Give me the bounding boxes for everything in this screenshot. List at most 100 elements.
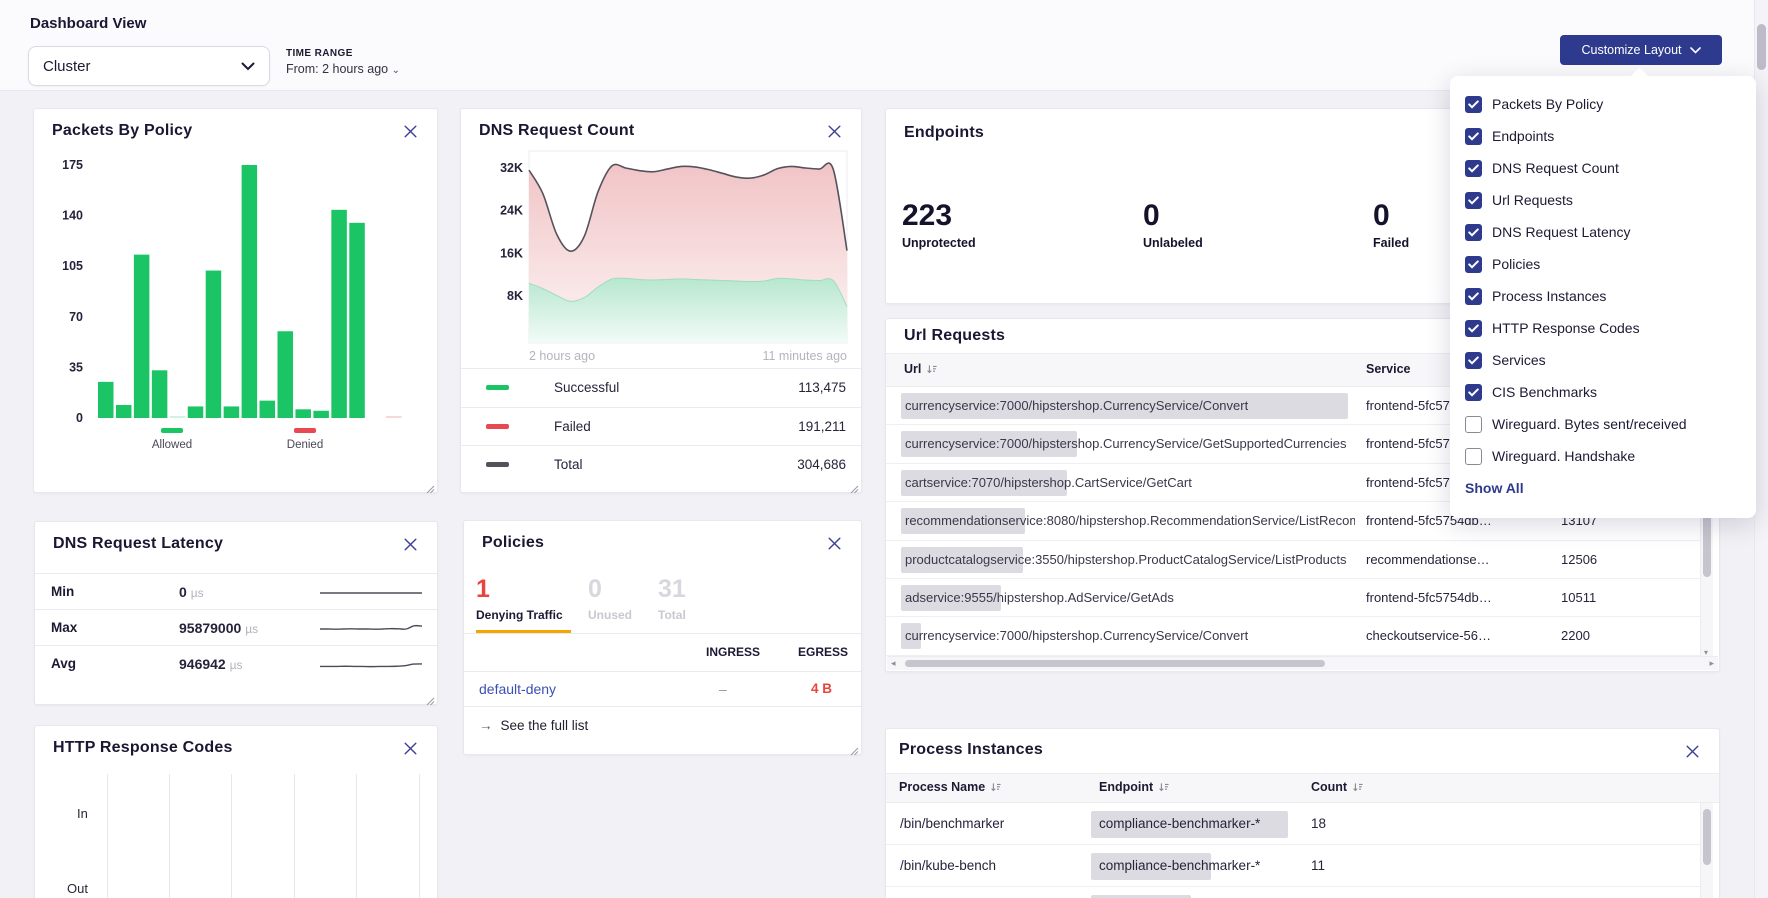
menu-item-label: HTTP Response Codes [1492,320,1640,336]
process-table-row[interactable]: /bin/kube-benchcompliance-benchmarker-*1… [886,845,1705,887]
close-icon[interactable] [1685,744,1702,761]
checked-checkbox[interactable] [1465,384,1482,401]
menu-item-cis-benchmarks[interactable]: CIS Benchmarks [1465,376,1756,408]
column-header-endpoint[interactable]: Endpoint [1099,780,1170,794]
legend-value: 113,475 [798,380,846,395]
widget-title: DNS Request Count [479,122,634,140]
close-icon[interactable] [403,741,420,758]
column-header-process-name[interactable]: Process Name [899,780,1002,794]
menu-item-endpoints[interactable]: Endpoints [1465,120,1756,152]
checked-checkbox[interactable] [1465,160,1482,177]
sort-icon[interactable] [926,364,938,375]
latency-label: Avg [51,656,76,671]
policies-tab-unused[interactable]: 0Unused [588,576,632,622]
ingress-column-header: INGRESS [706,645,759,659]
see-full-list-link[interactable]: →See the full list [479,718,588,733]
x-glyph [1685,744,1700,759]
policies-tab-denying-traffic[interactable]: 1Denying Traffic [476,576,563,622]
widget-packets-by-policy: Packets By Policy 03570105140175AllowedD… [33,108,438,493]
close-icon[interactable] [403,537,420,554]
column-header-service[interactable]: Service [1366,362,1410,376]
latency-unit: µs [230,658,243,672]
process-vertical-scrollbar[interactable] [1700,803,1713,898]
menu-item-wireguard-handshake[interactable]: Wireguard. Handshake [1465,440,1756,472]
menu-item-dns-request-latency[interactable]: DNS Request Latency [1465,216,1756,248]
legend-value: 191,211 [798,419,846,434]
column-header-count[interactable]: Count [1311,780,1364,794]
checked-checkbox[interactable] [1465,96,1482,113]
sort-icon[interactable] [1158,782,1170,793]
egress-value: 4 B [811,681,832,696]
grid-line [231,774,232,898]
widget-title: HTTP Response Codes [53,739,233,757]
checked-checkbox[interactable] [1465,320,1482,337]
checked-checkbox[interactable] [1465,128,1482,145]
checked-checkbox[interactable] [1465,224,1482,241]
policies-tab-total[interactable]: 31Total [658,576,686,622]
resize-handle-icon[interactable] [426,481,435,490]
checked-checkbox[interactable] [1465,192,1482,209]
close-icon[interactable] [827,536,844,553]
egress-column-header: EGRESS [784,645,848,659]
show-all-link[interactable]: Show All [1465,480,1524,496]
page-scrollbar[interactable] [1754,0,1768,898]
process-table-row[interactable]: benchmarkercompliance-benchmarker-*9 [886,887,1705,898]
legend-row-failed: Failed191,211 [461,407,861,446]
customize-layout-button[interactable]: Customize Layout [1560,35,1722,65]
divider [464,633,861,634]
resize-handle-icon[interactable] [426,693,435,702]
unchecked-checkbox[interactable] [1465,416,1482,433]
legend-row-successful: Successful113,475 [461,368,861,407]
column-header-url[interactable]: Url [904,362,938,376]
checked-checkbox[interactable] [1465,352,1482,369]
latency-row-max: Max95879000 µs [35,609,437,645]
url-horizontal-scrollbar[interactable]: ◂ ▸ [887,656,1718,670]
resize-handle-icon[interactable] [850,743,859,752]
page-scrollbar-thumb[interactable] [1757,24,1766,70]
menu-item-label: Wireguard. Bytes sent/received [1492,416,1687,432]
scroll-left-arrow-icon[interactable]: ◂ [887,658,900,669]
grid-line [356,774,357,898]
url-cell: currencyservice:7000/hipstershop.Currenc… [905,436,1347,451]
menu-item-dns-request-count[interactable]: DNS Request Count [1465,152,1756,184]
url-table-row[interactable]: productcatalogservice:3550/hipstershop.P… [886,541,1705,579]
url-table-row[interactable]: adservice:9555/hipstershop.AdService/Get… [886,579,1705,617]
menu-item-http-response-codes[interactable]: HTTP Response Codes [1465,312,1756,344]
process-name-cell: /bin/kube-bench [900,858,996,873]
scroll-right-arrow-icon[interactable]: ▸ [1705,658,1718,669]
checked-checkbox[interactable] [1465,288,1482,305]
checked-checkbox[interactable] [1465,256,1482,273]
scrollbar-thumb[interactable] [905,660,1325,667]
tab-label: Total [658,608,686,622]
close-icon[interactable] [403,124,420,141]
menu-item-services[interactable]: Services [1465,344,1756,376]
latency-value: 95879000 µs [179,620,258,636]
url-cell: cartservice:7070/hipstershop.CartService… [905,475,1192,490]
endpoint-stat-unlabeled: 0Unlabeled [1143,201,1203,250]
chevron-down-icon: ⌄ [392,65,400,76]
scrollbar-thumb[interactable] [1703,809,1711,865]
count-cell: 2200 [1561,628,1590,643]
latency-value: 0 µs [179,584,204,600]
resize-handle-icon[interactable] [850,481,859,490]
menu-item-policies[interactable]: Policies [1465,248,1756,280]
menu-item-url-requests[interactable]: Url Requests [1465,184,1756,216]
time-range-from[interactable]: From: 2 hours ago ⌄ [286,62,400,76]
sort-icon[interactable] [1352,782,1364,793]
sort-icon[interactable] [990,782,1002,793]
url-table-row[interactable]: currencyservice:7000/hipstershop.Currenc… [886,617,1705,655]
x-glyph [403,124,418,139]
process-table-row[interactable]: /bin/benchmarkercompliance-benchmarker-*… [886,803,1705,845]
menu-item-packets-by-policy[interactable]: Packets By Policy [1465,88,1756,120]
menu-item-wireguard-bytes-sent-received[interactable]: Wireguard. Bytes sent/received [1465,408,1756,440]
menu-item-label: CIS Benchmarks [1492,384,1597,400]
unchecked-checkbox[interactable] [1465,448,1482,465]
endpoint-stat-failed: 0Failed [1373,201,1409,250]
ingress-value: – [719,681,727,697]
menu-item-process-instances[interactable]: Process Instances [1465,280,1756,312]
policy-link-default-deny[interactable]: default-deny [479,681,556,697]
svg-text:70: 70 [69,310,83,324]
close-icon[interactable] [827,124,844,141]
legend-swatch [486,385,509,390]
view-selector[interactable]: Cluster [28,46,270,86]
